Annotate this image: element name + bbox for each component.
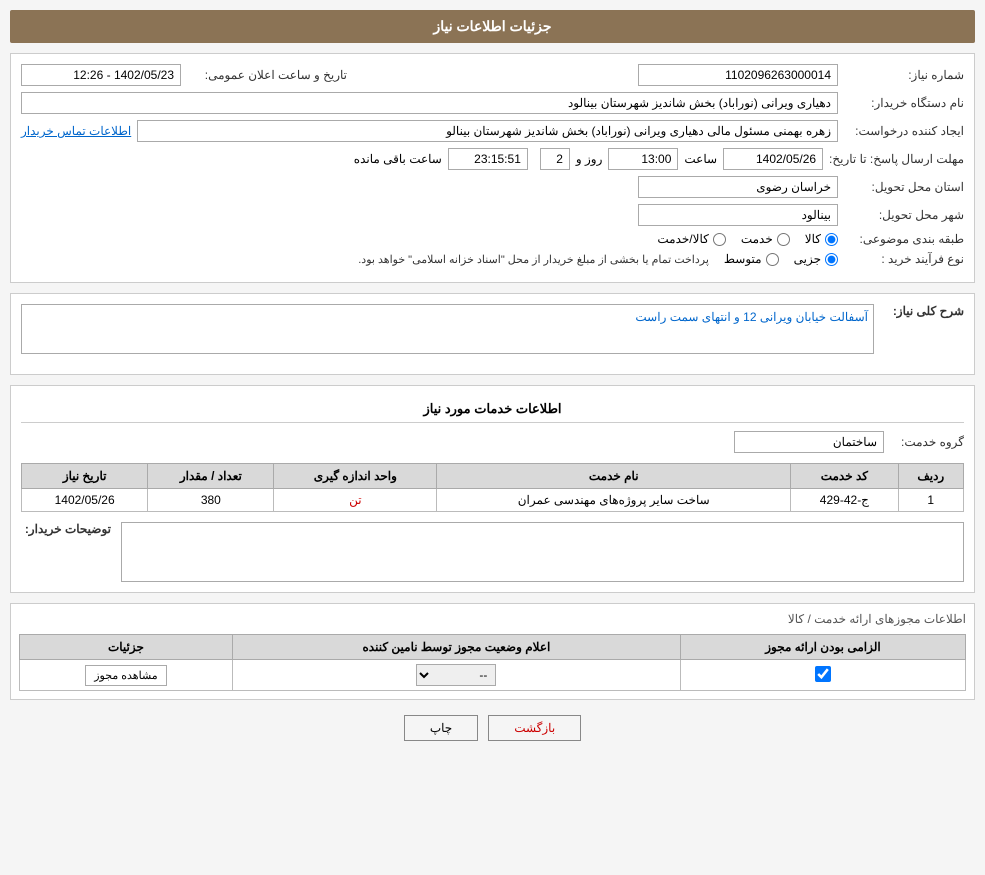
table-row: 1 ج-42-429 ساخت سایر پروژه‌های مهندسی عم… (22, 489, 964, 512)
category-row: طبقه بندی موضوعی: کالا خدمت کالا/خدمت (21, 232, 964, 246)
info-section: شماره نیاز: 1102096263000014 تاریخ و ساع… (10, 53, 975, 283)
permits-col-details: جزئیات (20, 635, 233, 660)
description-value: آسفالت خیابان ویرانی 12 و انتهای سمت راس… (21, 304, 874, 354)
col-quantity: تعداد / مقدار (148, 464, 274, 489)
radio-jozyi[interactable]: جزیی (794, 252, 838, 266)
radio-jozyi-input[interactable] (825, 253, 838, 266)
col-service-code: کد خدمت (791, 464, 898, 489)
requester-value: زهره بهمنی مسئول مالی دهیاری ویرانی (نور… (137, 120, 838, 142)
col-row-num: ردیف (898, 464, 963, 489)
deadline-date: 1402/05/26 (723, 148, 823, 170)
print-button[interactable]: چاپ (404, 715, 478, 741)
back-button[interactable]: بازگشت (488, 715, 581, 741)
col-unit: واحد اندازه گیری (274, 464, 437, 489)
requester-label: ایجاد کننده درخواست: (844, 124, 964, 138)
remaining-label: روز و (576, 152, 603, 166)
permits-required-cell (680, 660, 965, 691)
radio-motavaset[interactable]: متوسط (724, 252, 779, 266)
date-value: 1402/05/23 - 12:26 (21, 64, 181, 86)
requester-row: ایجاد کننده درخواست: زهره بهمنی مسئول ما… (21, 120, 964, 142)
permits-col-status: اعلام وضعیت مجوز توسط نامین کننده (232, 635, 680, 660)
permits-required-checkbox[interactable] (815, 666, 831, 682)
permits-details-cell: مشاهده مجوز (20, 660, 233, 691)
cell-row-num: 1 (898, 489, 963, 512)
remaining-days: 2 (540, 148, 570, 170)
cell-quantity: 380 (148, 489, 274, 512)
deadline-time-label: ساعت (684, 152, 717, 166)
radio-kala-khedmat-input[interactable] (713, 233, 726, 246)
need-description-section: شرح کلی نیاز: آسفالت خیابان ویرانی 12 و … (10, 293, 975, 375)
col-date: تاریخ نیاز (22, 464, 148, 489)
services-title: اطلاعات خدمات مورد نیاز (21, 396, 964, 423)
province-value: خراسان رضوی (638, 176, 838, 198)
need-number-label: شماره نیاز: (844, 68, 964, 82)
radio-motavaset-label: متوسط (724, 252, 762, 266)
permits-table: الزامی بودن ارائه مجوز اعلام وضعیت مجوز … (19, 634, 966, 691)
radio-khedmat-label: خدمت (741, 232, 773, 246)
deadline-row: مهلت ارسال پاسخ: تا تاریخ: 1402/05/26 سا… (21, 148, 964, 170)
buyer-org-label: نام دستگاه خریدار: (844, 96, 964, 110)
cell-code: ج-42-429 (791, 489, 898, 512)
city-value: بینالود (638, 204, 838, 226)
permits-row: -- مشاهده مجوز (20, 660, 966, 691)
permits-status-dropdown[interactable]: -- (416, 664, 496, 686)
group-value: ساختمان (734, 431, 884, 453)
permits-section: اطلاعات مجوزهای ارائه خدمت / کالا الزامی… (10, 603, 975, 700)
col-service-name: نام خدمت (437, 464, 791, 489)
footer-buttons: بازگشت چاپ (10, 715, 975, 741)
city-row: شهر محل تحویل: بینالود (21, 204, 964, 226)
category-label: طبقه بندی موضوعی: (844, 232, 964, 246)
view-permit-button[interactable]: مشاهده مجوز (85, 665, 166, 686)
permits-status-cell: -- (232, 660, 680, 691)
category-radio-group: کالا خدمت کالا/خدمت (657, 232, 838, 246)
radio-jozyi-label: جزیی (794, 252, 821, 266)
radio-kala-input[interactable] (825, 233, 838, 246)
radio-khedmat[interactable]: خدمت (741, 232, 790, 246)
permits-title: اطلاعات مجوزهای ارائه خدمت / کالا (19, 612, 966, 626)
buyer-org-value: دهیاری ویرانی (نوراباد) بخش شاندیز شهرست… (21, 92, 838, 114)
deadline-time: 13:00 (608, 148, 678, 170)
purchase-type-text: پرداخت تمام یا بخشی از مبلغ خریدار از مح… (358, 253, 709, 266)
remaining-time: 23:15:51 (448, 148, 528, 170)
province-row: استان محل تحویل: خراسان رضوی (21, 176, 964, 198)
remaining-suffix: ساعت باقی مانده (354, 152, 442, 166)
page-wrapper: جزئیات اطلاعات نیاز شماره نیاز: 11020962… (0, 0, 985, 875)
date-label: تاریخ و ساعت اعلان عمومی: (187, 68, 347, 82)
province-label: استان محل تحویل: (844, 180, 964, 194)
cell-date: 1402/05/26 (22, 489, 148, 512)
contact-link[interactable]: اطلاعات تماس خریدار (21, 124, 131, 138)
need-number-row: شماره نیاز: 1102096263000014 تاریخ و ساع… (21, 64, 964, 86)
cell-unit: تن (274, 489, 437, 512)
city-label: شهر محل تحویل: (844, 208, 964, 222)
group-label: گروه خدمت: (894, 435, 964, 449)
remarks-section: توضیحات خریدار: (21, 522, 964, 582)
deadline-label: مهلت ارسال پاسخ: تا تاریخ: (829, 152, 964, 166)
radio-kala-khedmat-label: کالا/خدمت (657, 232, 708, 246)
group-row: گروه خدمت: ساختمان (21, 431, 964, 453)
radio-kala-label: کالا (805, 232, 821, 246)
radio-kala-khedmat[interactable]: کالا/خدمت (657, 232, 725, 246)
remarks-label: توضیحات خریدار: (21, 522, 111, 536)
cell-name: ساخت سایر پروژه‌های مهندسی عمران (437, 489, 791, 512)
need-number-value: 1102096263000014 (638, 64, 838, 86)
purchase-type-radio-group: جزیی متوسط پرداخت تمام یا بخشی از مبلغ خ… (358, 252, 838, 266)
radio-kala[interactable]: کالا (805, 232, 838, 246)
services-table: ردیف کد خدمت نام خدمت واحد اندازه گیری ت… (21, 463, 964, 512)
buyer-org-row: نام دستگاه خریدار: دهیاری ویرانی (نورابا… (21, 92, 964, 114)
remarks-row: توضیحات خریدار: (21, 522, 964, 582)
description-wrapper: شرح کلی نیاز: آسفالت خیابان ویرانی 12 و … (21, 304, 964, 354)
services-section: اطلاعات خدمات مورد نیاز گروه خدمت: ساختم… (10, 385, 975, 593)
radio-motavaset-input[interactable] (766, 253, 779, 266)
purchase-type-label: نوع فرآیند خرید : (844, 252, 964, 266)
radio-khedmat-input[interactable] (777, 233, 790, 246)
main-title: جزئیات اطلاعات نیاز (10, 10, 975, 43)
purchase-type-row: نوع فرآیند خرید : جزیی متوسط پرداخت تمام… (21, 252, 964, 266)
remarks-box (121, 522, 964, 582)
description-label: شرح کلی نیاز: (884, 304, 964, 318)
permits-col-required: الزامی بودن ارائه مجوز (680, 635, 965, 660)
